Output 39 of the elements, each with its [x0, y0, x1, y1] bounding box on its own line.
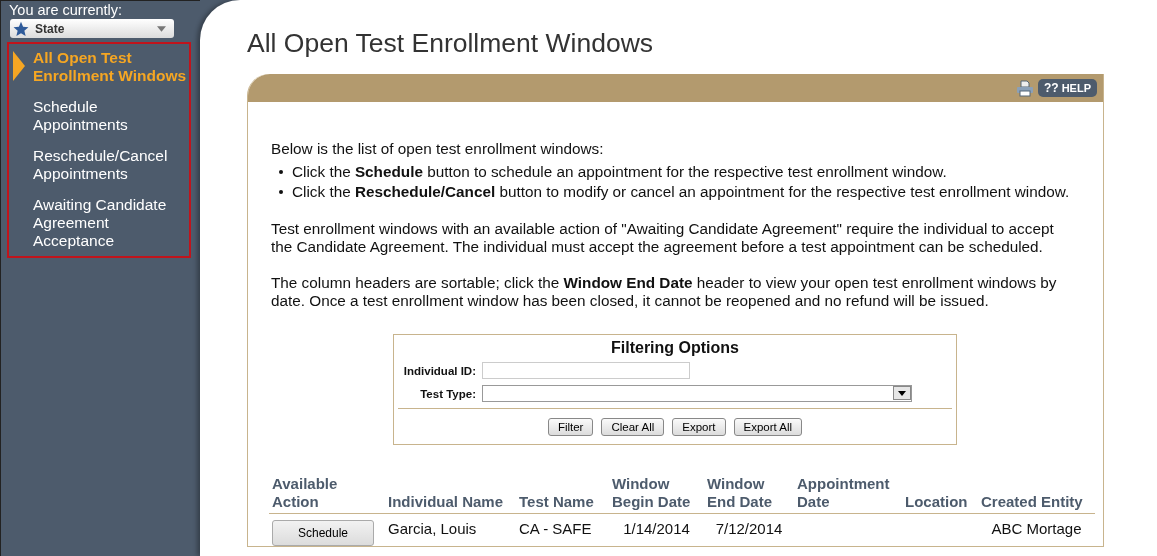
field-label: Individual ID: [402, 364, 476, 377]
filter-button[interactable]: Filter [547, 418, 594, 436]
table-cell: 1/14/2014 [623, 520, 690, 537]
info-paragraph: Test enrollment windows with an available action of "Awaiting Candidate Agreement" require the individual to accept the Candidate Agreement. The individual must accept the agreement before a test appointment can be scheduled. [271, 220, 1055, 256]
nav-item[interactable]: Awaiting Candidate Agreement Acceptance [33, 196, 189, 250]
nav-item[interactable]: Schedule Appointments [33, 98, 189, 134]
context-select[interactable]: State [10, 19, 174, 38]
table-cell: CA - SAFE [519, 520, 592, 537]
column-header[interactable]: Test Name [519, 493, 606, 511]
table-cell: Garcia, Louis [388, 520, 477, 537]
instruction-item: Click the Reschedule/Cancel button to modify or cancel an appointment for the respective test enrollment window. [279, 182, 1103, 202]
table-cell: 7/12/2014 [715, 520, 783, 537]
column-header[interactable]: Created Entity [981, 493, 1092, 511]
filter-title: Filtering Options [610, 339, 740, 357]
star-icon [13, 20, 29, 37]
column-header[interactable]: Available Action [272, 475, 382, 511]
help-button[interactable]: ?? HELP [1037, 79, 1097, 97]
nav-item[interactable]: Reschedule/Cancel Appointments [33, 147, 189, 183]
printer-icon[interactable] [1015, 79, 1034, 97]
filter-button[interactable]: Clear All [601, 418, 665, 436]
pointer-icon [13, 51, 25, 81]
column-header[interactable]: Appointment Date [797, 475, 899, 511]
column-header[interactable]: Window End Date [707, 475, 791, 511]
column-header[interactable]: Window Begin Date [612, 475, 701, 511]
test-type-select[interactable] [482, 385, 912, 402]
filter-button[interactable]: Export [672, 418, 726, 436]
page-title: All Open Test Enrollment Windows [247, 28, 654, 59]
column-header[interactable]: Individual Name [388, 493, 513, 511]
info-paragraph: The column headers are sortable; click the Window End Date header to view your open test enrollment windows by date. Once a test enrollment window has been closed, it cannot be reopened and no refund will be issued. [271, 274, 1058, 310]
context-label: You are currently: [9, 2, 124, 18]
individual-id-field[interactable] [482, 362, 690, 379]
filter-button[interactable]: Export All [733, 418, 803, 436]
table-cell: ABC Mortage [991, 520, 1082, 537]
instruction-item: Click the Schedule button to schedule an appointment for the respective test enrollment window. [279, 162, 1103, 182]
intro-text: Below is the list of open test enrollment windows: [271, 140, 605, 158]
dropdown-arrow-icon [157, 25, 166, 32]
field-label: Test Type: [419, 387, 476, 400]
schedule-button[interactable]: Schedule [272, 520, 374, 546]
column-header[interactable]: Location [905, 493, 975, 511]
